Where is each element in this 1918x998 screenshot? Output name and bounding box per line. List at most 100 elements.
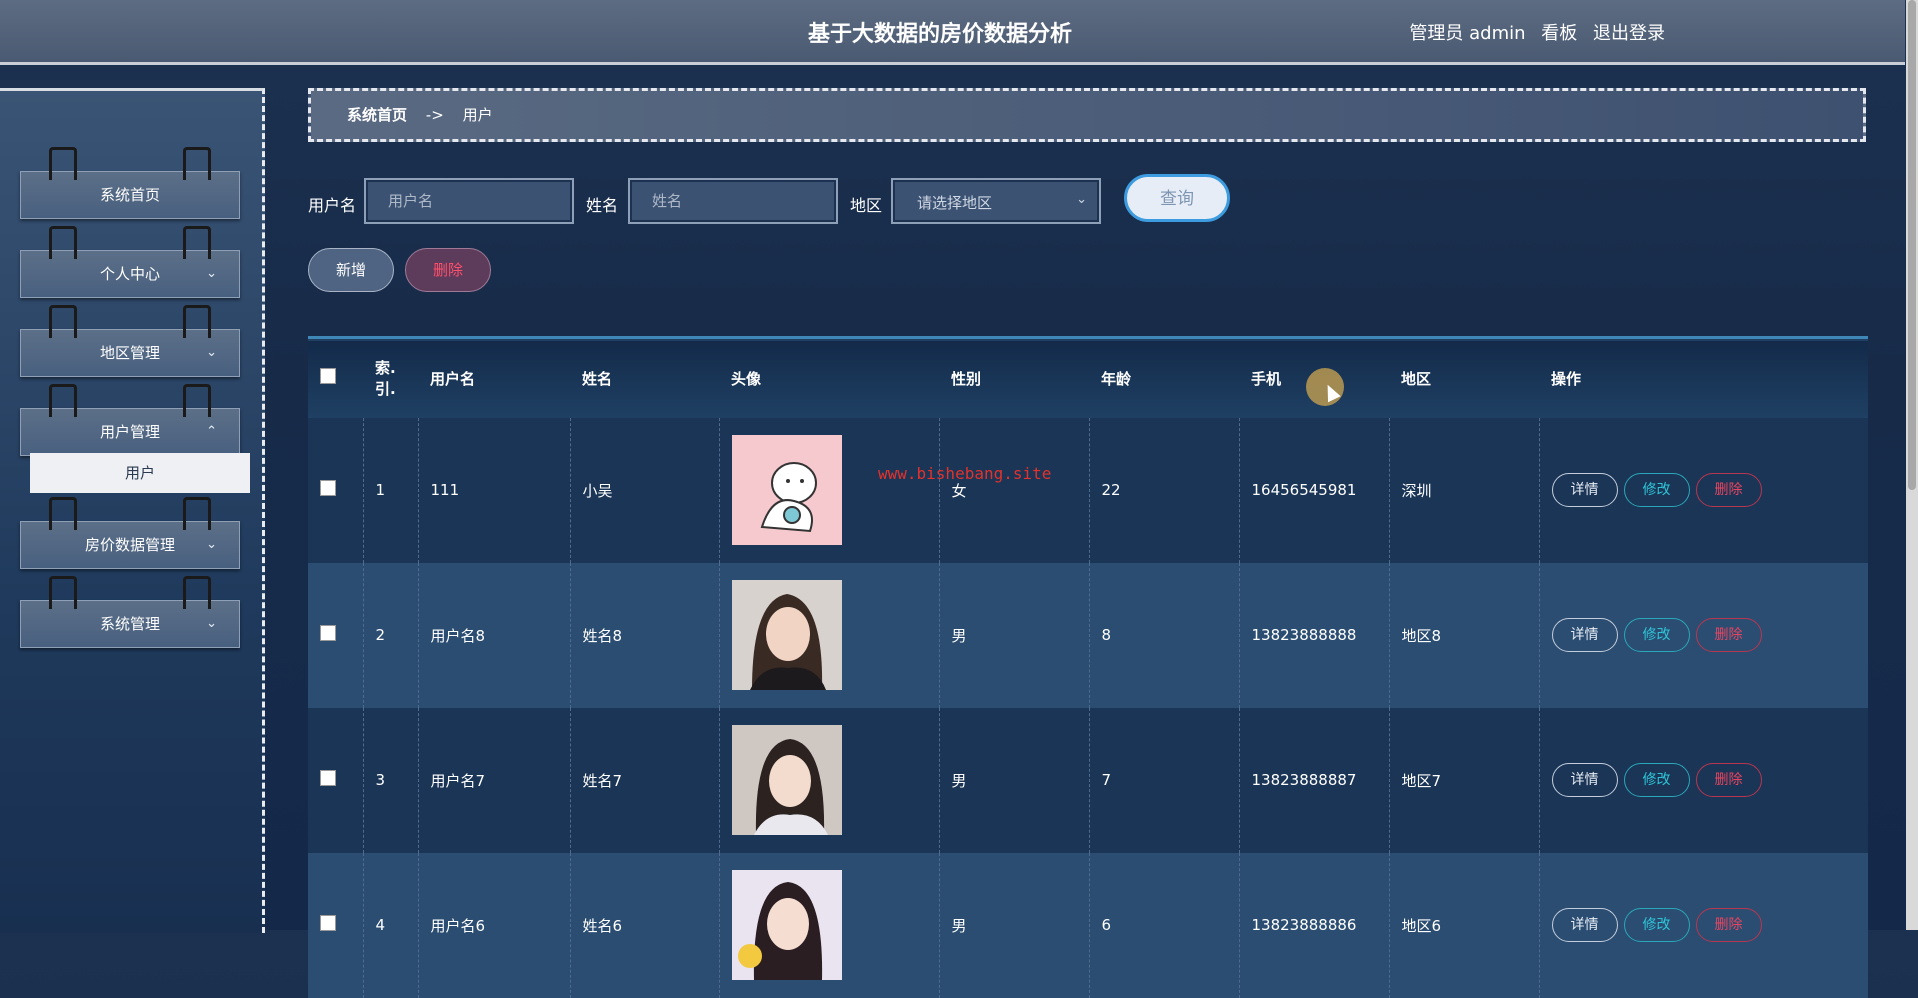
add-button[interactable]: 新增 — [308, 248, 394, 292]
portrait-photo-icon — [731, 580, 842, 690]
breadcrumb: 系统首页 -> 用户 — [308, 88, 1866, 142]
sidebar-item-personal-center[interactable]: 个人中心 ⌄ — [20, 226, 240, 298]
sidebar-item-label: 个人中心 — [99, 265, 160, 283]
cell-phone: 13823888887 — [1238, 707, 1389, 853]
detail-button[interactable]: 详情 — [1551, 473, 1618, 507]
region-label: 地区 — [850, 196, 883, 215]
cell-username: 用户名6 — [417, 852, 570, 998]
chevron-down-icon: ⌄ — [206, 266, 217, 281]
row-checkbox[interactable] — [320, 770, 336, 786]
row-checkbox[interactable] — [320, 480, 336, 496]
sidebar-item-home[interactable]: 系统首页 — [20, 147, 240, 219]
sidebar-item-system-management[interactable]: 系统管理 ⌄ — [20, 576, 240, 648]
column-header-gender: 性别 — [951, 369, 982, 388]
column-header-region: 地区 — [1401, 369, 1432, 388]
sidebar-item-label: 用户管理 — [99, 423, 160, 441]
cell-username: 111 — [417, 417, 570, 563]
scrollbar-thumb[interactable] — [1908, 0, 1916, 490]
column-header-avatar: 头像 — [731, 369, 762, 388]
sidebar: 系统首页 个人中心 ⌄ 地区管理 ⌄ 用户管理 ⌃ 用户 房价数据管理 ⌄ 系统… — [0, 88, 265, 933]
column-header-age: 年龄 — [1101, 369, 1132, 388]
sidebar-item-label: 地区管理 — [99, 344, 160, 362]
cell-name: 姓名6 — [569, 852, 719, 998]
name-field-wrapper — [628, 178, 838, 224]
cell-name: 小吴 — [569, 417, 719, 563]
binder-clip-icon — [49, 226, 77, 259]
cell-age: 6 — [1088, 852, 1239, 998]
cell-gender: 女 — [938, 417, 1089, 563]
portrait-photo-icon — [731, 725, 842, 835]
binder-clip-icon — [183, 147, 211, 180]
cell-avatar — [718, 417, 939, 563]
region-select[interactable]: 请选择地区 ⌄ — [891, 178, 1101, 224]
row-checkbox[interactable] — [320, 915, 336, 931]
column-header-username: 用户名 — [430, 369, 476, 388]
cell-avatar — [718, 852, 939, 998]
cell-region: 地区8 — [1388, 562, 1539, 708]
edit-button[interactable]: 修改 — [1623, 473, 1690, 507]
cell-region: 地区7 — [1388, 707, 1539, 853]
cell-region: 地区6 — [1388, 852, 1539, 998]
chevron-down-icon: ⌄ — [1076, 192, 1087, 207]
cell-age: 7 — [1088, 707, 1239, 853]
logout-link[interactable]: 退出登录 — [1593, 23, 1665, 44]
table-header-row: 索. 引. 用户名 姓名 头像 性别 年龄 手机 地区 操作 — [308, 337, 1868, 418]
column-header-name: 姓名 — [582, 369, 613, 388]
breadcrumb-current: 用户 — [462, 106, 493, 124]
name-label: 姓名 — [586, 196, 619, 215]
delete-button[interactable]: 删除 — [1695, 618, 1762, 652]
binder-clip-icon — [49, 147, 77, 180]
binder-clip-icon — [49, 497, 77, 530]
edit-button[interactable]: 修改 — [1623, 908, 1690, 942]
delete-button[interactable]: 删除 — [1695, 763, 1762, 797]
detail-button[interactable]: 详情 — [1551, 908, 1618, 942]
name-input[interactable] — [630, 180, 836, 222]
table-row: 4 用户名6 姓名6 男 6 13823888886 地区6 详情 修改 删除 — [308, 852, 1868, 998]
query-button[interactable]: 查询 — [1124, 174, 1230, 222]
select-all-checkbox[interactable] — [320, 368, 336, 385]
table-row: 3 用户名7 姓名7 男 7 13823888887 地区7 详情 修改 删除 — [308, 707, 1868, 853]
cell-username: 用户名7 — [417, 707, 570, 853]
sidebar-item-label: 房价数据管理 — [84, 536, 175, 554]
binder-clip-icon — [49, 305, 77, 338]
edit-button[interactable]: 修改 — [1623, 618, 1690, 652]
batch-delete-button[interactable]: 删除 — [405, 248, 491, 292]
username-input[interactable] — [366, 180, 572, 222]
user-table: 索.引. 用户名 姓名 头像 性别 年龄 手机 地区 操作 1 111 小吴 — [308, 336, 1868, 998]
cell-avatar — [718, 707, 939, 853]
breadcrumb-separator: -> — [425, 106, 444, 124]
detail-button[interactable]: 详情 — [1551, 618, 1618, 652]
cell-gender: 男 — [938, 562, 1089, 708]
cell-actions: 详情 修改 删除 — [1538, 852, 1868, 998]
admin-label: 管理员 admin — [1409, 23, 1526, 44]
chevron-down-icon: ⌄ — [206, 616, 217, 631]
select-all-header — [308, 338, 363, 418]
breadcrumb-home[interactable]: 系统首页 — [347, 106, 407, 124]
watermark-text: www.bishebang.site — [878, 464, 1052, 483]
sidebar-subitem-user[interactable]: 用户 — [30, 453, 250, 493]
sidebar-item-house-price-data-management[interactable]: 房价数据管理 ⌄ — [20, 497, 240, 569]
cell-gender: 男 — [938, 707, 1089, 853]
cell-username: 用户名8 — [417, 562, 570, 708]
edit-button[interactable]: 修改 — [1623, 763, 1690, 797]
cell-index: 3 — [362, 707, 418, 853]
cell-region: 深圳 — [1388, 417, 1539, 563]
top-header: 基于大数据的房价数据分析 管理员 admin 看板 退出登录 — [0, 0, 1905, 65]
cell-avatar — [718, 562, 939, 708]
detail-button[interactable]: 详情 — [1551, 763, 1618, 797]
board-link[interactable]: 看板 — [1541, 23, 1577, 44]
delete-button[interactable]: 删除 — [1695, 473, 1762, 507]
cartoon-cat-avatar-icon — [731, 435, 842, 545]
sidebar-item-region-management[interactable]: 地区管理 ⌄ — [20, 305, 240, 377]
cell-phone: 13823888886 — [1238, 852, 1389, 998]
binder-clip-icon — [49, 384, 77, 417]
username-field-wrapper — [364, 178, 574, 224]
sidebar-item-user-management[interactable]: 用户管理 ⌃ — [20, 384, 240, 456]
delete-button[interactable]: 删除 — [1695, 908, 1762, 942]
cell-index: 1 — [362, 417, 418, 563]
cell-phone: 16456545981 — [1238, 417, 1389, 563]
table-row: 1 111 小吴 女 22 16456545981 深圳 详情 修改 删除 — [308, 417, 1868, 563]
header-actions: 管理员 admin 看板 退出登录 — [1399, 19, 1665, 45]
page-scrollbar[interactable] — [1906, 0, 1918, 930]
row-checkbox[interactable] — [320, 625, 336, 641]
